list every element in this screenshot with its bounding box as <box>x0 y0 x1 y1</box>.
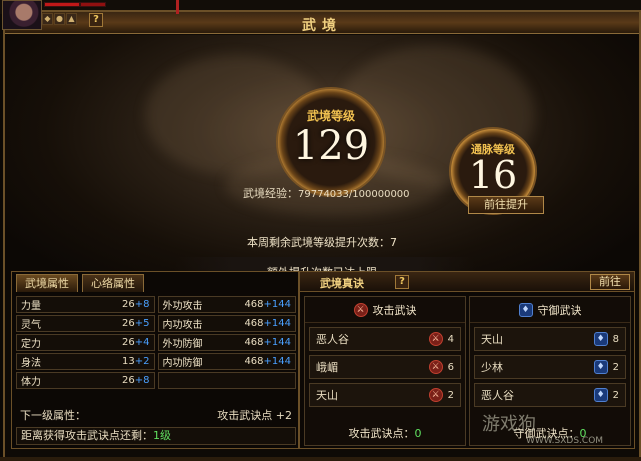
meridian-level-value: 16 <box>468 153 518 197</box>
attack-icon: ⚔ <box>428 360 443 374</box>
exp-value: 79774033/100000000 <box>298 189 410 200</box>
next-level-row: 下一级属性： 攻击武诀点 +2 <box>16 406 296 424</box>
buff-icon[interactable]: ▲ <box>66 13 77 25</box>
attack-icon: ⚔ <box>428 332 443 346</box>
watermark-url: WWW.SXDS.COM <box>526 436 604 446</box>
attribute-row: 身法 13+2 内功防御 468+144 <box>16 353 296 370</box>
sect-level: 6 <box>447 361 454 373</box>
site-watermark: 游戏狗 WWW.SXDS.COM <box>482 410 632 452</box>
distance-label: 距离获得攻击武诀点还剩： <box>21 429 153 442</box>
attr-outer-defense: 外功防御 468+144 <box>157 334 296 351</box>
defense-secrets-header: ♦ 守御武诀 <box>470 297 630 323</box>
hp-bar <box>44 2 80 7</box>
attribute-row: 力量 26+8 外功攻击 468+144 <box>16 296 296 313</box>
attribute-grid: 力量 26+8 外功攻击 468+144 灵气 26+5 内功攻击 468+144 定力… <box>16 296 296 391</box>
attr-inner-defense: 内功防御 468+144 <box>157 353 296 370</box>
attribute-tabs: 武境属性 心络属性 <box>12 274 144 292</box>
sect-name: 天山 <box>481 333 503 346</box>
attack-secrets-title: 攻击武诀 <box>372 303 417 317</box>
wujing-exp: 武境经验：79774033/100000000 <box>243 185 410 201</box>
hud-help-button[interactable]: ? <box>89 13 103 27</box>
attr-strength: 力量 26+8 <box>16 296 155 313</box>
attack-sect-row[interactable]: 峨嵋 ⚔ 6 <box>309 355 461 379</box>
wujing-level-badge: 武境等级 129 <box>276 87 386 197</box>
exp-label: 武境经验： <box>243 187 298 200</box>
shield-icon: ♦ <box>593 332 608 346</box>
wujing-level-label: 武境等级 <box>306 109 355 123</box>
sect-level: 8 <box>612 333 619 345</box>
attack-icon: ⚔ <box>353 302 368 317</box>
attr-focus: 定力 26+4 <box>16 334 155 351</box>
next-level-label: 下一级属性： <box>20 409 86 422</box>
defense-sect-row[interactable]: 天山 ♦ 8 <box>474 327 626 351</box>
attribute-row: 体力 26+8 <box>16 372 296 389</box>
distance-value: 1级 <box>153 429 171 442</box>
tab-wujing-attributes[interactable]: 武境属性 <box>16 274 78 292</box>
attr-agility: 身法 13+2 <box>16 353 155 370</box>
sect-name: 恶人谷 <box>481 389 514 402</box>
player-avatar[interactable] <box>2 0 42 30</box>
attack-sect-row[interactable]: 恶人谷 ⚔ 4 <box>309 327 461 351</box>
attack-secrets-column: ⚔ 攻击武诀 恶人谷 ⚔ 4 峨嵋 ⚔ 6 天山 ⚔ 2 攻击武诀点：0 <box>304 296 466 446</box>
attributes-panel: 武境属性 心络属性 力量 26+8 外功攻击 468+144 灵气 26+5 内功攻击… <box>11 271 299 449</box>
attr-spirit: 灵气 26+5 <box>16 315 155 332</box>
buff-icon[interactable]: ◆ <box>42 13 53 25</box>
attack-points-value: 0 <box>414 427 422 440</box>
sect-level: 2 <box>447 389 454 401</box>
attack-icon: ⚔ <box>428 388 443 402</box>
tab-xinluo-attributes[interactable]: 心络属性 <box>82 274 144 292</box>
mp-bar <box>80 2 106 7</box>
attack-secrets-header: ⚔ 攻击武诀 <box>305 297 465 323</box>
sect-level: 2 <box>612 361 619 373</box>
shield-icon: ♦ <box>593 388 608 402</box>
secrets-header: 武境真诀 ? 前往 <box>300 272 634 292</box>
attack-sect-row[interactable]: 天山 ⚔ 2 <box>309 383 461 407</box>
sect-level: 2 <box>612 389 619 401</box>
attr-stamina: 体力 26+8 <box>16 372 155 389</box>
attr-outer-attack: 外功攻击 468+144 <box>157 296 296 313</box>
attribute-row: 灵气 26+5 内功攻击 468+144 <box>16 315 296 332</box>
defense-secrets-title: 守御武诀 <box>537 303 582 317</box>
sect-name: 少林 <box>481 361 503 374</box>
goto-upgrade-button[interactable]: 前往提升 <box>468 196 544 214</box>
hero-area: 武境等级 129 通脉等级 16 武境经验：79774033/100000000… <box>5 35 639 290</box>
attribute-row: 定力 26+4 外功防御 468+144 <box>16 334 296 351</box>
secrets-help-button[interactable]: ? <box>395 275 409 289</box>
distance-row: 距离获得攻击武诀点还剩：1级 <box>16 427 296 445</box>
hud-buff-icons: ◆ ● ▲ <box>42 13 77 25</box>
buff-icon[interactable]: ● <box>54 13 65 25</box>
attack-points: 攻击武诀点：0 <box>305 425 465 441</box>
shield-icon: ♦ <box>593 360 608 374</box>
attack-points-label: 攻击武诀点： <box>348 427 415 440</box>
hud-marker <box>176 0 179 14</box>
bottom-toolbar-strip <box>0 457 641 461</box>
secrets-title: 武境真诀 <box>320 277 364 290</box>
shield-icon: ♦ <box>518 302 533 317</box>
sect-level: 4 <box>447 333 454 345</box>
wujing-level-value: 129 <box>292 123 370 169</box>
attr-empty <box>157 372 296 389</box>
secrets-goto-button[interactable]: 前往 <box>590 274 630 290</box>
next-level-value: 攻击武诀点 +2 <box>217 409 292 422</box>
sect-name: 天山 <box>316 389 338 402</box>
attr-inner-attack: 内功攻击 468+144 <box>157 315 296 332</box>
sect-name: 峨嵋 <box>316 361 338 374</box>
defense-sect-row[interactable]: 少林 ♦ 2 <box>474 355 626 379</box>
weekly-remaining-text: 本周剩余武境等级提升次数：7 <box>247 236 397 249</box>
sect-name: 恶人谷 <box>316 333 349 346</box>
watermark-text: 游戏狗 <box>482 414 536 435</box>
defense-sect-row[interactable]: 恶人谷 ♦ 2 <box>474 383 626 407</box>
